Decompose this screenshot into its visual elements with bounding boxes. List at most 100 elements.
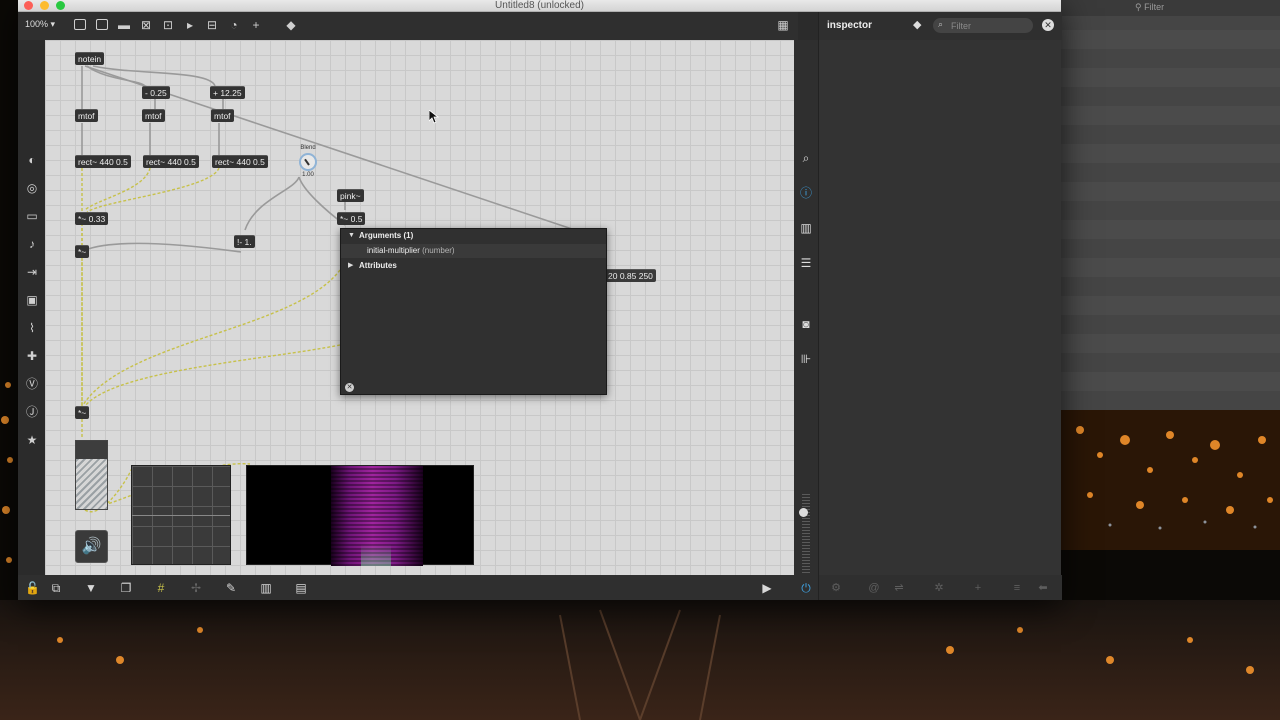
reverse-minus-object[interactable]: !- 1. (234, 235, 255, 248)
new-object-icon[interactable] (73, 18, 87, 32)
volume-slider-knob[interactable] (799, 508, 808, 517)
snapshot-camera-icon[interactable]: ◙ (799, 317, 813, 331)
sequence-icon[interactable]: ⇥ (25, 265, 39, 279)
attributes-label: Attributes (359, 261, 397, 270)
patcher-canvas[interactable]: notein - 0.25 + 12.25 mtof mtof mtof rec… (45, 40, 794, 575)
lock-icon[interactable]: 🔓 (25, 581, 40, 595)
arguments-section-header[interactable]: ▼ Arguments (1) (341, 229, 606, 243)
snap-icon[interactable]: ✢ (189, 581, 203, 595)
max-patcher-window: Untitled8 (unlocked) 100% ▾ ▬ ⊠ ⊡ ▸ ⊟ ◔ … (18, 0, 1062, 600)
object-help-popup[interactable]: ▼ Arguments (1) initial-multiplier (numb… (340, 228, 607, 395)
object-palette-icon[interactable]: ◐ (25, 153, 39, 167)
add-object-icon[interactable]: + (249, 18, 263, 32)
multiply-signal-object[interactable]: *~ (75, 245, 90, 258)
asterisk-icon[interactable]: ✲ (932, 581, 946, 595)
oscilloscope-display[interactable] (131, 465, 231, 565)
dial-knob[interactable] (299, 153, 317, 171)
minus-object[interactable]: - 0.25 (142, 86, 170, 99)
background-window: ⚲ Filter (1061, 0, 1280, 410)
keyboard-icon[interactable]: ▥ (259, 581, 273, 595)
inspector-header: inspector ◆ ⌕ ✕ (819, 12, 1062, 40)
adsr-message[interactable]: 20 0.85 250 (605, 269, 656, 282)
search-icon: ⌕ (938, 19, 944, 29)
argument-text: initial-multiplier (number) (367, 244, 455, 258)
new-message-icon[interactable] (95, 18, 109, 32)
wrench-icon[interactable]: ✎ (224, 581, 238, 595)
new-view-icon[interactable]: ❐ (119, 581, 133, 595)
comment-bubble-icon[interactable]: ▼ (84, 581, 98, 595)
blend-dial[interactable]: Blend 1.00 (296, 145, 320, 179)
plugin-icon[interactable]: ✚ (25, 349, 39, 363)
rect-oscillator-3[interactable]: rect~ 440 0.5 (212, 155, 268, 168)
rect-oscillator-2[interactable]: rect~ 440 0.5 (143, 155, 199, 168)
inspector-title: inspector (827, 20, 873, 31)
play-icon[interactable]: ▶ (760, 581, 774, 595)
mtof-object-3[interactable]: mtof (211, 109, 234, 122)
clip-icon[interactable]: ▤ (294, 581, 308, 595)
dial-label: Blend (300, 145, 316, 151)
add-icon[interactable]: + (971, 581, 985, 595)
window-titlebar[interactable]: Untitled8 (unlocked) (18, 0, 1061, 12)
comment-icon[interactable]: ▬ (117, 18, 131, 32)
paperclip-icon[interactable]: ⌇ (25, 321, 39, 335)
right-sidebar: ⌕ ⓘ ▥ ☰ ◙ ⊪ (794, 40, 818, 575)
image-icon[interactable]: ▣ (25, 293, 39, 307)
reference-book-icon[interactable]: ▥ (799, 221, 813, 235)
patcher-bottom-toolbar: 🔓 ⧉ ▼ ❐ # ✢ ✎ ▥ ▤ ▶ ⏻ (18, 575, 818, 600)
button-object-icon[interactable]: ⊠ (139, 18, 153, 32)
rect-oscillator-1[interactable]: rect~ 440 0.5 (75, 155, 131, 168)
search-icon[interactable]: ⌕ (799, 151, 813, 165)
number-box-icon[interactable]: ▸ (183, 18, 197, 32)
argument-name: initial-multiplier (367, 246, 420, 255)
level-meter[interactable] (75, 440, 108, 510)
plus-object[interactable]: + 12.25 (210, 86, 245, 99)
toggle-object-icon[interactable]: ⊡ (161, 18, 175, 32)
speaker-icon[interactable]: 🔊 (75, 530, 108, 563)
presentation-icon[interactable]: ⧉ (49, 581, 63, 595)
pink-noise-object[interactable]: pink~ (337, 189, 364, 202)
inspector-filter-input[interactable] (933, 18, 1033, 33)
multiply-05-object[interactable]: *~ 0.5 (337, 212, 366, 225)
paint-bucket-icon[interactable]: ◆ (284, 18, 298, 32)
inspector-close-icon[interactable]: ✕ (1042, 19, 1054, 31)
jitter-icon[interactable]: Ⓙ (25, 405, 39, 419)
popup-close-icon[interactable]: ✕ (345, 383, 354, 392)
sliders-icon[interactable]: ⇌ (892, 581, 906, 595)
spectrogram-band (331, 466, 423, 566)
volume-slider[interactable] (802, 493, 810, 573)
mtof-object-1[interactable]: mtof (75, 109, 98, 122)
level-meter-cap (76, 441, 107, 459)
disclosure-open-icon: ▼ (348, 232, 355, 239)
at-sign-icon[interactable]: @ (867, 581, 881, 595)
favorites-star-icon[interactable]: ★ (25, 433, 39, 447)
list-icon[interactable]: ☰ (799, 256, 813, 270)
vst-icon[interactable]: Ⓥ (25, 377, 39, 391)
mixer-icon[interactable]: ⊪ (799, 352, 813, 366)
gear-icon[interactable]: ⚙ (829, 581, 843, 595)
patcher-toolbar: 100% ▾ ▬ ⊠ ⊡ ▸ ⊟ ◔ + ◆ ▦ (18, 12, 798, 40)
multiply-033-object[interactable]: *~ 0.33 (75, 212, 109, 225)
grid-icon[interactable]: # (154, 581, 168, 595)
music-note-icon[interactable]: ♪ (25, 237, 39, 251)
argument-row[interactable]: initial-multiplier (number) (341, 244, 606, 258)
output-multiply-object[interactable]: *~ (75, 406, 90, 419)
interface-icon[interactable]: ▭ (25, 209, 39, 223)
background-filter-label: ⚲ Filter (1135, 2, 1164, 13)
mouse-cursor-icon (429, 110, 439, 124)
mtof-object-2[interactable]: mtof (142, 109, 165, 122)
menu-icon[interactable]: ≡ (1010, 581, 1024, 595)
disclosure-closed-icon: ▶ (348, 262, 354, 269)
collapse-arrow-icon[interactable]: ⬅ (1036, 581, 1050, 595)
grid-toggle-icon[interactable]: ▦ (776, 18, 790, 32)
audio-icon[interactable]: ◎ (25, 181, 39, 195)
attributes-section-header[interactable]: ▶ Attributes (341, 259, 606, 273)
zoom-level-menu[interactable]: 100% ▾ (25, 19, 55, 30)
background-filter-text: Filter (1144, 2, 1165, 12)
spectrogram-display[interactable] (246, 465, 474, 566)
slider-object-icon[interactable]: ⊟ (205, 18, 219, 32)
notein-object[interactable]: notein (75, 52, 105, 65)
info-icon[interactable]: ⓘ (799, 186, 813, 200)
audio-power-icon[interactable]: ⏻ (799, 581, 813, 595)
inspector-mode-icon[interactable]: ◆ (913, 19, 925, 31)
dial-object-icon[interactable]: ◔ (227, 18, 241, 32)
